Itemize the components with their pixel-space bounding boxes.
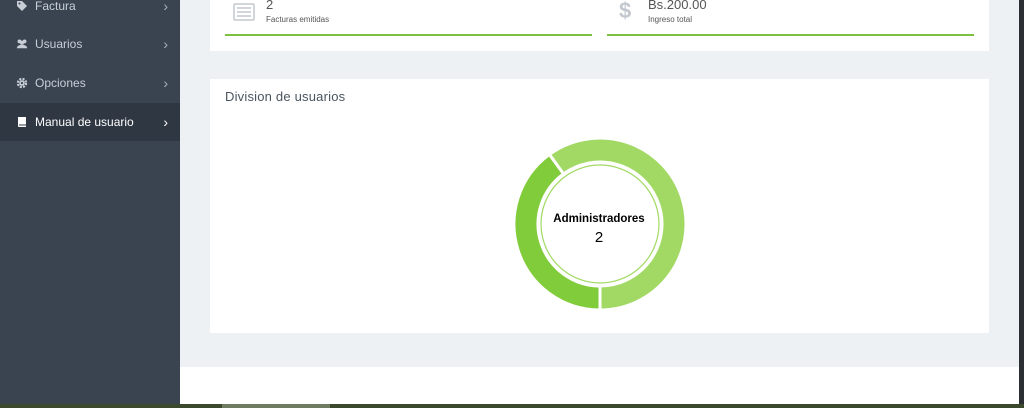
dollar-icon: $ xyxy=(619,0,632,23)
stat-value: 2 xyxy=(266,0,274,12)
stat-ingreso: $ Bs.200.00 Ingreso total xyxy=(607,0,974,36)
footer xyxy=(180,367,1019,404)
stat-label: Ingreso total xyxy=(648,15,693,24)
list-icon xyxy=(233,3,255,21)
sidebar-item-label: Opciones xyxy=(35,76,86,90)
tag-icon xyxy=(17,1,27,11)
sidebar-item-factura[interactable]: Factura › xyxy=(0,0,180,25)
horizontal-scrollbar[interactable] xyxy=(0,404,1024,408)
window-edge xyxy=(1019,0,1024,404)
sidebar-item-label: Factura xyxy=(35,0,76,13)
center-label: Administradores xyxy=(553,213,644,225)
gear-icon xyxy=(16,77,28,89)
users-icon xyxy=(16,39,28,49)
sidebar: Factura › Usuarios › Opciones › Manual d… xyxy=(0,0,180,404)
sidebar-item-opciones[interactable]: Opciones › xyxy=(0,64,180,102)
center-value: 2 xyxy=(595,229,603,246)
chevron-right-icon: › xyxy=(163,114,168,130)
chart-panel: Division de usuarios Administradores 2 xyxy=(210,79,989,333)
scrollbar-thumb[interactable] xyxy=(222,404,330,408)
sidebar-item-usuarios[interactable]: Usuarios › xyxy=(0,25,180,63)
main-content: 2 Facturas emitidas $ Bs.200.00 Ingreso … xyxy=(180,0,1024,404)
stat-label: Facturas emitidas xyxy=(266,15,330,24)
chevron-right-icon: › xyxy=(163,75,168,91)
sidebar-item-manual-de-usuario[interactable]: Manual de usuario › xyxy=(0,103,180,141)
sidebar-item-label: Manual de usuario xyxy=(35,115,134,129)
chevron-right-icon: › xyxy=(163,0,168,14)
book-icon xyxy=(18,117,26,127)
donut-chart: Administradores 2 xyxy=(512,136,688,312)
sidebar-item-label: Usuarios xyxy=(35,37,83,51)
stat-value: Bs.200.00 xyxy=(648,0,707,12)
stats-panel: 2 Facturas emitidas $ Bs.200.00 Ingreso … xyxy=(210,0,989,51)
stat-facturas: 2 Facturas emitidas xyxy=(225,0,592,36)
chevron-right-icon: › xyxy=(163,36,168,52)
